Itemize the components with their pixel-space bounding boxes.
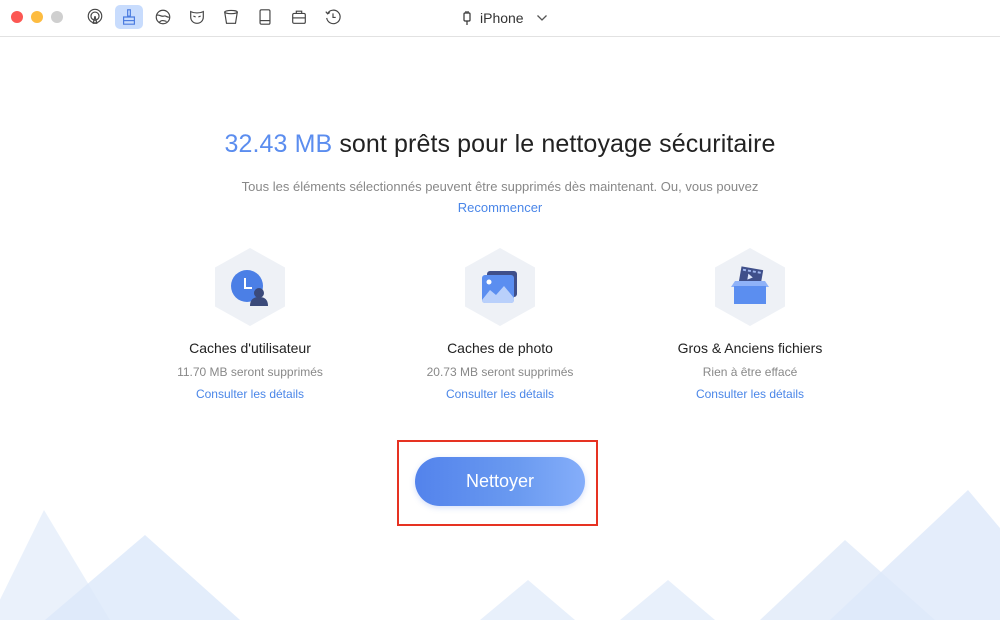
category-status: Rien à être effacé [702,365,798,379]
device-selector[interactable]: iPhone [462,8,548,28]
category-title: Gros & Anciens fichiers [677,340,823,356]
toolbar-airbackup-button[interactable] [81,5,109,29]
airbackup-icon [87,8,103,24]
toolbar-trash-button[interactable] [217,5,245,29]
page-title: 32.43 MB sont prêts pour le nettoyage sé… [0,130,1000,159]
category-status: 20.73 MB seront supprimés [426,365,574,379]
window-minimize-button[interactable] [31,11,43,23]
window-maximize-button[interactable] [51,11,63,23]
category-status: 11.70 MB seront supprimés [177,365,323,379]
toolbar-cleaner-button[interactable] [115,5,143,29]
title-bar: iPhone [0,0,1000,37]
device-tablet-icon [259,9,271,25]
chevron-down-icon [536,15,547,21]
subtitle: Tous les éléments sélectionnés peuvent ê… [241,179,759,194]
category-user-caches: Caches d'utilisateur 11.70 MB seront sup… [150,248,350,401]
internet-globe-icon [155,9,171,25]
cleaner-broom-icon [123,9,135,25]
toolbar-internet-button[interactable] [149,5,177,29]
clean-button[interactable]: Nettoyer [415,457,585,506]
device-name: iPhone [480,10,524,26]
category-large-old-files: Gros & Anciens fichiers Rien à être effa… [650,248,850,401]
toolbar-device-button[interactable] [251,5,279,29]
trash-bin-icon [224,9,238,24]
privacy-mask-icon [190,10,204,24]
title-text: sont prêts pour le nettoyage sécuritaire [332,130,776,158]
history-clock-icon [325,9,341,25]
toolkit-briefcase-icon [292,10,306,24]
category-title: Caches d'utilisateur [189,340,311,356]
user-cache-clock-icon [231,270,268,306]
view-details-link[interactable]: Consulter les détails [650,387,850,401]
file-box-icon [731,266,769,304]
category-photo-caches: Caches de photo 20.73 MB seront supprimé… [400,248,600,401]
category-icon-container [215,248,285,326]
toolbar-privacy-button[interactable] [183,5,211,29]
toolbar-toolkit-button[interactable] [285,5,313,29]
toolbar-history-button[interactable] [319,5,347,29]
lightning-cable-icon [463,11,471,25]
category-icon-container [465,248,535,326]
category-icon-container [715,248,785,326]
photo-image-icon [482,271,517,303]
window-close-button[interactable] [11,11,23,23]
category-title: Caches de photo [447,340,553,356]
restart-link[interactable]: Recommencer [0,200,1000,215]
view-details-link[interactable]: Consulter les détails [150,387,350,401]
total-size: 32.43 MB [224,130,333,158]
view-details-link[interactable]: Consulter les détails [400,387,600,401]
